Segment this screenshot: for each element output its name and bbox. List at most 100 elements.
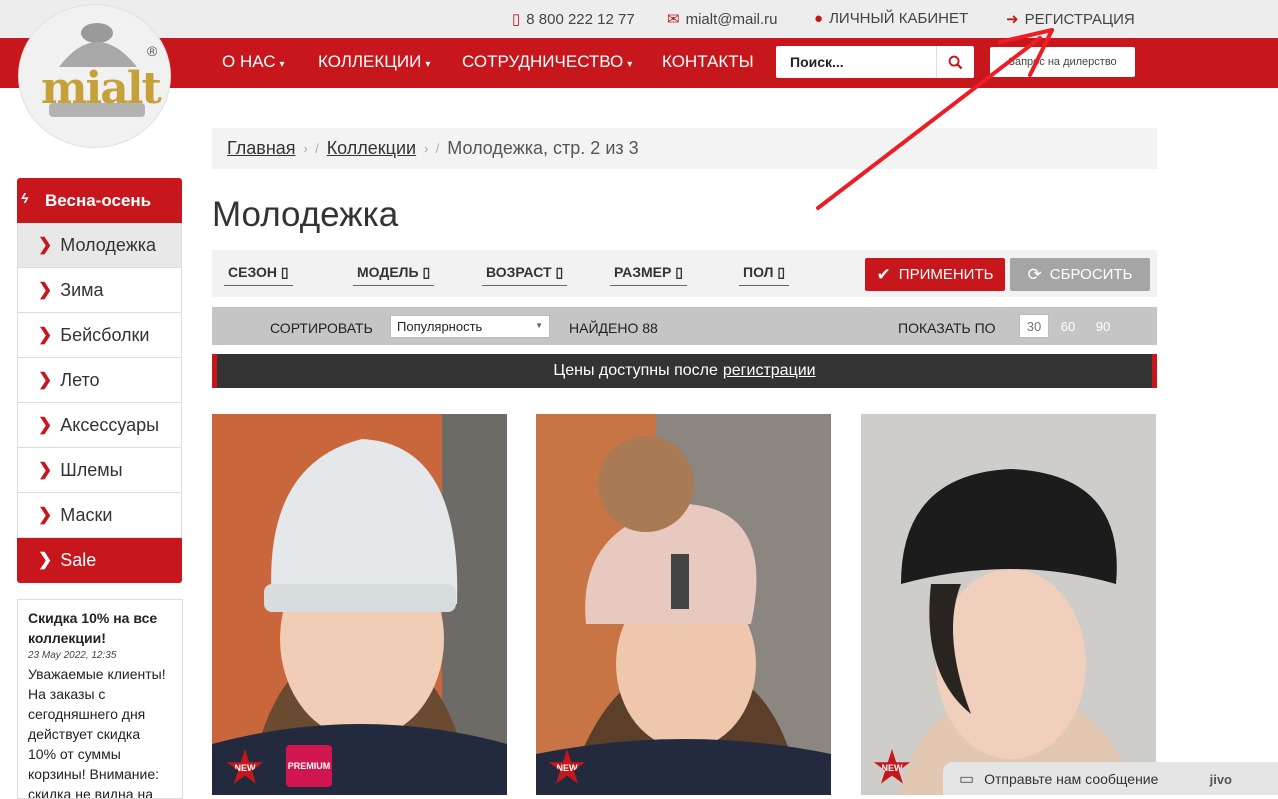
filter-label: РАЗМЕР <box>614 264 672 280</box>
sidebar-item-molodezhka[interactable]: ❯ Молодежка <box>17 223 182 268</box>
filter-label: ПОЛ <box>743 264 774 280</box>
sidebar-item-label: Лето <box>60 369 100 390</box>
sidebar-item-label: Sale <box>60 549 97 570</box>
caret-down-icon: ▾ <box>627 59 633 70</box>
sidebar-item-maski[interactable]: ❯ Маски <box>17 493 182 538</box>
news-body: Уважаемые клиенты! На заказы с сегодняшн… <box>28 666 166 799</box>
sign-in-icon: ➜ <box>1006 11 1019 28</box>
phone-link[interactable]: ▯ 8 800 222 12 77 <box>512 10 635 29</box>
sidebar-item-label: Молодежка <box>60 234 157 255</box>
registration-link[interactable]: регистрации <box>723 362 816 380</box>
filter-model[interactable]: МОДЕЛЬ ▯ <box>353 264 435 286</box>
breadcrumb-home[interactable]: Главная <box>227 138 296 159</box>
sidebar-item-shlemy[interactable]: ❯ Шлемы <box>17 448 182 493</box>
news-block: Скидка 10% на все коллекции! 23 May 2022… <box>17 599 183 799</box>
phone-icon: ▯ <box>512 11 521 28</box>
nav-collections-label: КОЛЛЕКЦИИ <box>318 52 422 71</box>
chevron-right-icon: ❯ <box>38 505 53 524</box>
breadcrumb: Главная › / Коллекции › / Молодежка, стр… <box>212 128 1157 169</box>
chat-widget[interactable]: ▭ Отправьте нам сообщение jivo <box>943 762 1278 795</box>
sort-select[interactable]: Популярность ▼ <box>390 315 550 338</box>
sidebar-item-leto[interactable]: ❯ Лето <box>17 358 182 403</box>
chevron-right-icon: ❯ <box>38 370 53 389</box>
sidebar-item-label: Бейсболки <box>60 324 150 345</box>
breadcrumb-separator: › / <box>303 141 319 156</box>
sort-bar: СОРТИРОВАТЬ Популярность ▼ НАЙДЕНО 88 ПО… <box>212 307 1157 345</box>
register-link[interactable]: ➜ РЕГИСТРАЦИЯ <box>1006 10 1135 29</box>
sidebar-item-label: Зима <box>60 279 104 300</box>
filter-label: ВОЗРАСТ <box>486 264 552 280</box>
caret-down-icon: ▾ <box>279 59 285 70</box>
filter-season[interactable]: СЕЗОН ▯ <box>224 264 293 286</box>
news-title[interactable]: Скидка 10% на все коллекции! <box>28 608 172 648</box>
breadcrumb-current: Молодежка, стр. 2 из 3 <box>447 138 639 158</box>
per-page-label: ПОКАЗАТЬ ПО <box>898 320 996 336</box>
apply-label: ПРИМЕНИТЬ <box>898 266 994 283</box>
nav-about[interactable]: О НАС ▾ <box>222 52 285 72</box>
sidebar-item-sale[interactable]: ❯ Sale <box>17 538 182 583</box>
product-card[interactable]: NEW <box>861 414 1156 795</box>
nav-cooperation[interactable]: СОТРУДНИЧЕСТВО ▾ <box>462 52 632 72</box>
caret-down-icon: ▼ <box>535 321 543 330</box>
product-card[interactable]: NEW <box>536 414 831 795</box>
product-card[interactable]: NEW PREMIUM <box>212 414 507 795</box>
chevron-right-icon: ❯ <box>38 280 53 299</box>
news-date: 23 May 2022, 12:35 <box>28 650 117 661</box>
refresh-icon: ⟳ <box>1027 264 1042 284</box>
search-placeholder: Поиск... <box>790 54 844 70</box>
per-page-60[interactable]: 60 <box>1053 314 1083 338</box>
check-icon: ✔ <box>876 264 891 284</box>
chevron-right-icon: ❯ <box>38 415 53 434</box>
jivo-logo: jivo <box>1209 772 1232 787</box>
nav-about-label: О НАС <box>222 52 276 71</box>
chevron-right-icon: ❯ <box>38 325 53 344</box>
account-link[interactable]: ● ЛИЧНЫЙ КАБИНЕТ <box>814 10 968 27</box>
product-image <box>536 414 831 795</box>
chevron-right-icon: ❯ <box>38 550 53 569</box>
search-input[interactable]: Поиск... <box>776 46 974 78</box>
envelope-icon: ✉ <box>667 11 680 28</box>
chat-label: Отправьте нам сообщение <box>984 770 1159 787</box>
email-address: mialt@mail.ru <box>685 10 778 28</box>
search-button[interactable] <box>936 46 974 78</box>
chevron-right-icon: ❯ <box>38 460 53 479</box>
sidebar-item-label: Шлемы <box>60 459 123 480</box>
per-page-90[interactable]: 90 <box>1088 314 1118 338</box>
sidebar-header-label: Весна-осень <box>45 190 152 210</box>
sidebar-item-beysbolki[interactable]: ❯ Бейсболки <box>17 313 182 358</box>
nav-collections[interactable]: КОЛЛЕКЦИИ ▾ <box>318 52 430 72</box>
site-logo[interactable]: mialt ® <box>18 4 171 148</box>
premium-badge: PREMIUM <box>286 745 332 787</box>
price-notice: Цены доступны после регистрации <box>212 354 1157 388</box>
top-bar: ▯ 8 800 222 12 77 ✉ mialt@mail.ru ● ЛИЧН… <box>0 0 1278 38</box>
nav-contacts-label: КОНТАКТЫ <box>662 52 754 71</box>
sidebar-item-label: Маски <box>60 504 113 525</box>
filter-label: МОДЕЛЬ <box>357 264 419 280</box>
sidebar-item-zima[interactable]: ❯ Зима <box>17 268 182 313</box>
apply-filters-button[interactable]: ✔ ПРИМЕНИТЬ <box>865 258 1005 291</box>
chevron-right-icon: ❯ <box>38 235 53 254</box>
chat-icon: ▭ <box>959 770 975 788</box>
email-link[interactable]: ✉ mialt@mail.ru <box>667 10 778 29</box>
user-icon: ● <box>814 10 824 27</box>
filter-bar: СЕЗОН ▯ МОДЕЛЬ ▯ ВОЗРАСТ ▯ РАЗМЕР ▯ ПОЛ … <box>212 250 1157 297</box>
product-image <box>212 414 507 795</box>
found-count: НАЙДЕНО 88 <box>569 320 658 336</box>
breadcrumb-collections[interactable]: Коллекции <box>327 138 416 159</box>
dealer-request-button[interactable]: Запрос на дилерство <box>990 47 1135 77</box>
breadcrumb-separator: › / <box>424 141 440 156</box>
nav-contacts[interactable]: КОНТАКТЫ <box>662 52 754 72</box>
filter-age[interactable]: ВОЗРАСТ ▯ <box>482 264 568 286</box>
account-label: ЛИЧНЫЙ КАБИНЕТ <box>829 10 969 27</box>
sidebar-header[interactable]: ϟ Весна-осень <box>17 178 182 223</box>
filter-label: СЕЗОН <box>228 264 278 280</box>
search-icon <box>948 55 963 69</box>
page-title: Молодежка <box>212 195 399 234</box>
filter-size[interactable]: РАЗМЕР ▯ <box>610 264 687 286</box>
reset-filters-button[interactable]: ⟳ СБРОСИТЬ <box>1010 258 1150 291</box>
sort-selected-value: Популярность <box>397 319 483 334</box>
filter-gender[interactable]: ПОЛ ▯ <box>739 264 790 286</box>
sidebar-item-aksessuary[interactable]: ❯ Аксессуары <box>17 403 182 448</box>
per-page-30[interactable]: 30 <box>1019 314 1049 338</box>
registered-mark: ® <box>147 43 158 59</box>
